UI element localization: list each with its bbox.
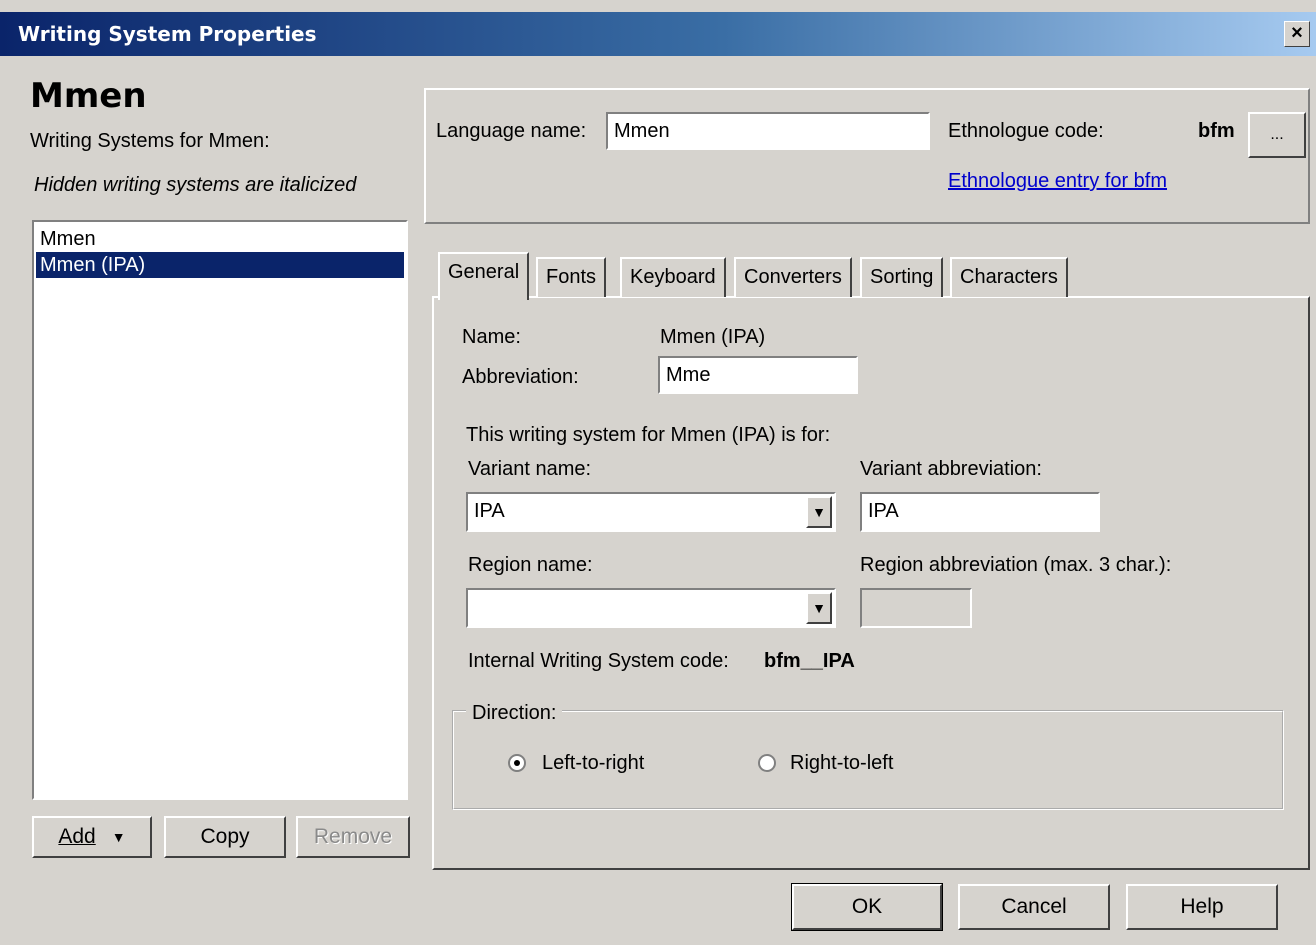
cancel-button[interactable]: Cancel: [958, 884, 1110, 930]
language-name-field[interactable]: Mmen: [606, 112, 930, 150]
abbreviation-field[interactable]: Mme: [658, 356, 858, 394]
ltr-label[interactable]: Left-to-right: [542, 752, 644, 775]
writing-system-list[interactable]: Mmen Mmen (IPA): [32, 220, 408, 800]
name-label: Name:: [462, 326, 521, 348]
variant-name-value: IPA: [474, 500, 505, 522]
copy-button[interactable]: Copy: [164, 816, 286, 858]
tab-sorting[interactable]: Sorting: [860, 257, 944, 297]
internal-code-label: Internal Writing System code:: [468, 650, 729, 672]
browse-button-label: ...: [1270, 126, 1284, 143]
dropdown-arrow-icon[interactable]: ▼: [806, 592, 832, 624]
hidden-hint-label: Hidden writing systems are italicized: [34, 174, 357, 196]
language-heading: Mmen: [30, 76, 147, 116]
help-button-label: Help: [1180, 895, 1224, 918]
remove-button[interactable]: Remove: [296, 816, 410, 858]
writing-system-for-label: This writing system for Mmen (IPA) is fo…: [466, 424, 831, 446]
region-abbreviation-field[interactable]: [860, 588, 972, 628]
ethnologue-link[interactable]: Ethnologue entry for bfm: [948, 170, 1167, 193]
language-panel: [424, 88, 1310, 224]
writing-systems-label: Writing Systems for Mmen:: [30, 130, 270, 152]
remove-button-label: Remove: [313, 825, 393, 848]
add-button[interactable]: Add ▼: [32, 816, 152, 858]
ethnologue-browse-button[interactable]: ...: [1248, 112, 1306, 158]
chevron-down-icon: ▼: [111, 829, 126, 845]
ethnologue-code-label: Ethnologue code:: [948, 120, 1104, 142]
cancel-button-label: Cancel: [1001, 895, 1067, 918]
dropdown-arrow-icon[interactable]: ▼: [806, 496, 832, 528]
ok-button-label: OK: [851, 895, 883, 918]
close-icon[interactable]: ×: [1284, 21, 1310, 47]
rtl-radio[interactable]: [758, 754, 776, 772]
direction-label: Direction:: [466, 702, 563, 725]
region-name-value: [468, 590, 480, 594]
variant-abbreviation-label: Variant abbreviation:: [860, 458, 1042, 480]
help-button[interactable]: Help: [1126, 884, 1278, 930]
ethnologue-code-value: bfm: [1198, 120, 1235, 142]
region-name-combo[interactable]: ▼: [466, 588, 836, 628]
tab-characters[interactable]: Characters: [950, 257, 1068, 297]
abbreviation-label: Abbreviation:: [462, 366, 579, 388]
ok-button[interactable]: OK: [791, 883, 943, 931]
tab-general[interactable]: General: [438, 252, 530, 300]
variant-abbreviation-field[interactable]: IPA: [860, 492, 1100, 532]
ltr-radio[interactable]: [508, 754, 526, 772]
variant-name-label: Variant name:: [468, 458, 592, 480]
region-abbreviation-label: Region abbreviation (max. 3 char.):: [860, 554, 1172, 576]
copy-button-label: Copy: [200, 825, 250, 848]
add-button-label: Add: [58, 825, 96, 848]
tab-keyboard[interactable]: Keyboard: [620, 257, 726, 297]
title-bar: Writing System Properties ×: [0, 12, 1316, 56]
rtl-label[interactable]: Right-to-left: [790, 752, 893, 775]
list-item[interactable]: Mmen: [36, 226, 404, 252]
variant-name-combo[interactable]: IPA ▼: [466, 492, 836, 532]
list-item-selected[interactable]: Mmen (IPA): [36, 252, 404, 278]
window-title: Writing System Properties: [18, 22, 317, 46]
name-value: Mmen (IPA): [660, 326, 766, 348]
language-name-label: Language name:: [436, 120, 587, 142]
tab-fonts[interactable]: Fonts: [536, 257, 607, 297]
internal-code-value: bfm__IPA: [764, 650, 855, 672]
tab-converters[interactable]: Converters: [734, 257, 852, 297]
region-name-label: Region name:: [468, 554, 593, 576]
